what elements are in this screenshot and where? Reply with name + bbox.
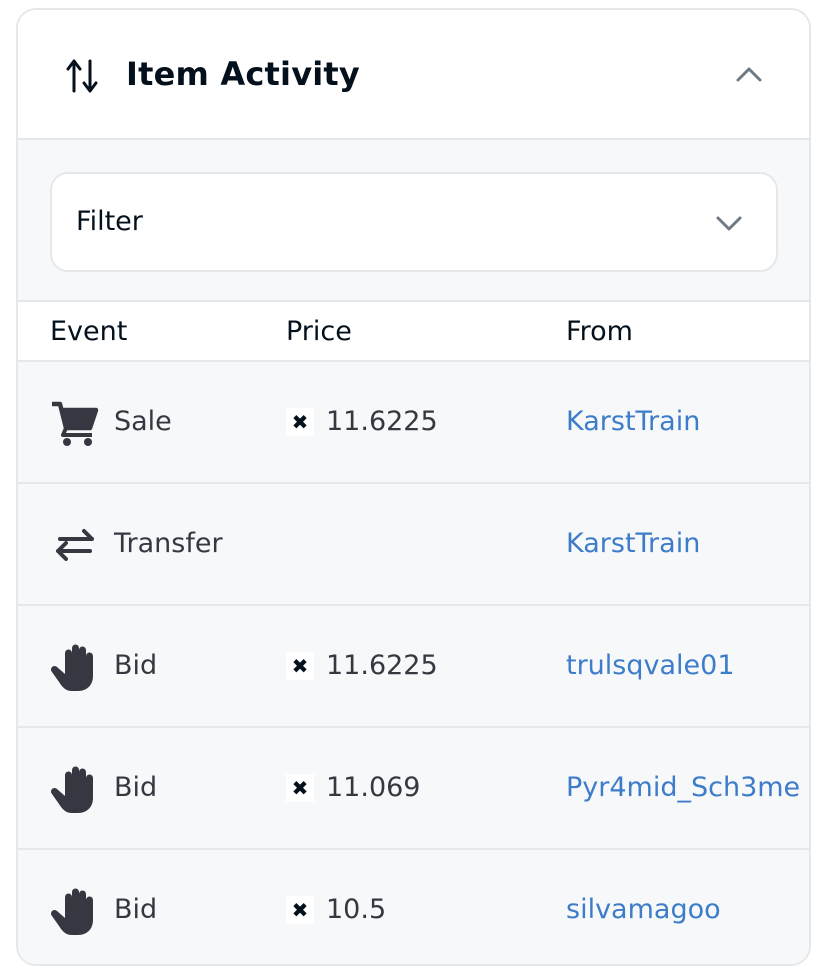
filter-area: Filter: [18, 140, 809, 302]
filter-label: Filter: [76, 206, 143, 237]
price-value: 11.6225: [326, 650, 438, 681]
event-label: Sale: [114, 406, 172, 437]
from-user-link[interactable]: Pyr4mid_Sch3me: [566, 768, 800, 808]
from-user-link[interactable]: KarstTrain: [566, 402, 700, 442]
price-cell: ✖ 11.6225: [286, 402, 438, 442]
header-from: From: [566, 316, 633, 347]
hand-icon: [50, 766, 93, 813]
event-label: Bid: [114, 650, 158, 681]
eth-icon: ✖: [286, 408, 314, 436]
chevron-up-icon: [736, 67, 762, 82]
hand-icon: [50, 644, 93, 691]
header-price: Price: [286, 316, 352, 347]
from-user-link[interactable]: KarstTrain: [566, 524, 700, 564]
eth-icon: ✖: [286, 774, 314, 802]
price-value: 11.069: [326, 772, 421, 803]
header-event: Event: [50, 316, 128, 347]
price-cell: ✖ 11.6225: [286, 646, 438, 686]
table-row: Sale ✖ 11.6225 KarstTrain: [18, 362, 809, 484]
event-label: Transfer: [114, 528, 223, 559]
filter-dropdown[interactable]: Filter: [50, 172, 778, 272]
from-user-link[interactable]: silvamagoo: [566, 890, 721, 930]
table-row: Transfer KarstTrain: [18, 484, 809, 606]
cart-icon: [52, 401, 99, 446]
sort-arrows-icon: [66, 59, 98, 93]
event-label: Bid: [114, 772, 158, 803]
collapse-button[interactable]: [729, 54, 769, 94]
price-value: 10.5: [326, 894, 387, 925]
table-row: Bid ✖ 11.6225 trulsqvale01: [18, 606, 809, 728]
hand-icon: [50, 888, 93, 935]
table-row: Bid ✖ 10.5 silvamagoo: [18, 850, 809, 964]
from-user-link[interactable]: trulsqvale01: [566, 646, 735, 686]
price-cell: ✖ 11.069: [286, 768, 420, 808]
panel-header[interactable]: Item Activity: [18, 10, 809, 140]
eth-icon: ✖: [286, 652, 314, 680]
price-value: 11.6225: [326, 406, 438, 437]
panel-title: Item Activity: [126, 55, 360, 93]
transfer-icon: [56, 529, 94, 561]
eth-icon: ✖: [286, 896, 314, 924]
price-cell: ✖ 10.5: [286, 890, 386, 930]
table-row: Bid ✖ 11.069 Pyr4mid_Sch3me: [18, 728, 809, 850]
event-label: Bid: [114, 894, 158, 925]
activity-table: Sale ✖ 11.6225 KarstTrain Transfer Karst…: [18, 362, 809, 964]
table-header: Event Price From: [18, 302, 809, 362]
chevron-down-icon: [716, 216, 742, 231]
item-activity-panel: Item Activity Filter Event Price From Sa…: [16, 8, 811, 966]
